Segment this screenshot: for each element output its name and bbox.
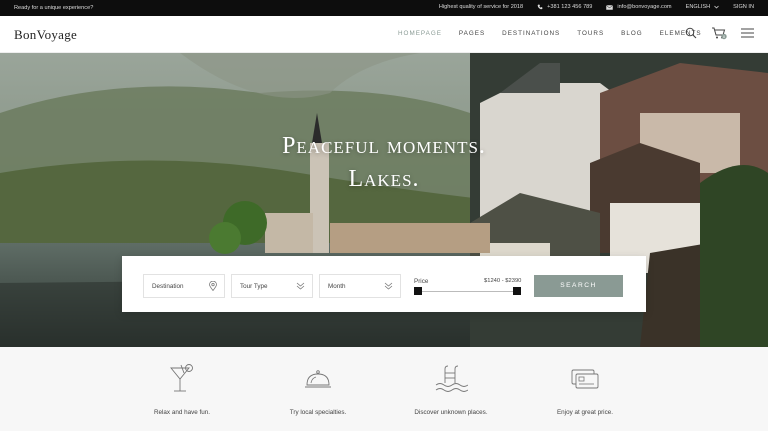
top-bar-email[interactable]: info@bonvoyage.com — [606, 4, 672, 10]
hero-title-line2: Lakes. — [348, 166, 420, 192]
map-pin-icon — [209, 281, 217, 291]
nav-item-destinations[interactable]: DESTINATIONS — [502, 30, 560, 37]
menu-icon[interactable] — [741, 28, 754, 38]
nav-item-tours[interactable]: TOURS — [577, 30, 604, 37]
feature-caption: Try local specialties. — [289, 409, 347, 416]
nav-item-homepage[interactable]: HOMEPAGE — [398, 30, 442, 37]
main-header: BonVoyage HOMEPAGE PAGES DESTINATIONS TO… — [0, 16, 768, 53]
pool-ladder-icon — [435, 365, 468, 392]
search-button[interactable]: SEARCH — [534, 275, 623, 297]
top-bar-tagline: Ready for a unique experience? — [14, 5, 94, 11]
price-label: Price — [414, 278, 429, 285]
email-address: info@bonvoyage.com — [617, 4, 672, 10]
price-range-value: $1240 - $2390 — [484, 278, 522, 284]
double-chevron-down-icon — [384, 282, 393, 290]
double-chevron-down-icon — [296, 282, 305, 290]
feature-caption: Discover unknown places. — [414, 409, 488, 416]
tour-type-placeholder: Tour Type — [240, 283, 268, 290]
feature-caption: Enjoy at great price. — [556, 409, 613, 416]
chevron-down-icon — [714, 5, 719, 9]
nav-item-blog[interactable]: BLOG — [621, 30, 643, 37]
cocktail-icon — [170, 364, 193, 392]
top-bar-phone[interactable]: +381 123 456 789 — [537, 4, 592, 10]
phone-number: +381 123 456 789 — [547, 4, 593, 10]
price-slider-max-handle[interactable] — [513, 287, 521, 295]
top-bar-quality: Highest quality of service for 2018 — [438, 4, 524, 10]
main-nav: HOMEPAGE PAGES DESTINATIONS TOURS BLOG E… — [398, 30, 702, 37]
top-bar: Ready for a unique experience? Highest q… — [0, 0, 768, 16]
phone-icon — [537, 4, 543, 10]
search-icon[interactable] — [685, 27, 697, 39]
destination-field[interactable]: Destination — [143, 274, 225, 298]
site-logo[interactable]: BonVoyage — [14, 27, 77, 43]
month-select[interactable]: Month — [319, 274, 401, 298]
tour-type-select[interactable]: Tour Type — [231, 274, 313, 298]
feature-caption: Relax and have fun. — [153, 409, 210, 416]
destination-placeholder: Destination — [152, 283, 184, 290]
credit-card-icon — [571, 369, 599, 389]
feature-discover: Discover unknown places. — [381, 363, 521, 416]
feature-relax: Relax and have fun. — [112, 363, 252, 416]
sign-in-link[interactable]: SIGN IN — [733, 4, 754, 10]
cart-icon[interactable]: 0 — [711, 26, 727, 40]
feature-specialties: Try local specialties. — [248, 363, 388, 416]
month-placeholder: Month — [328, 283, 346, 290]
tour-search-form: Destination Tour Type Month Price $1240 … — [122, 256, 646, 312]
mail-icon — [606, 4, 614, 10]
feature-price: Enjoy at great price. — [515, 363, 655, 416]
dish-cloche-icon — [305, 370, 331, 388]
hero-title-line1: Peaceful moments. — [282, 133, 486, 159]
price-slider-track[interactable] — [418, 291, 518, 292]
language-selector[interactable]: ENGLISH — [686, 4, 720, 10]
language-label: ENGLISH — [685, 4, 711, 10]
price-slider-min-handle[interactable] — [414, 287, 422, 295]
features-strip: Relax and have fun. Try local specialtie… — [0, 347, 768, 431]
nav-item-pages[interactable]: PAGES — [459, 30, 485, 37]
